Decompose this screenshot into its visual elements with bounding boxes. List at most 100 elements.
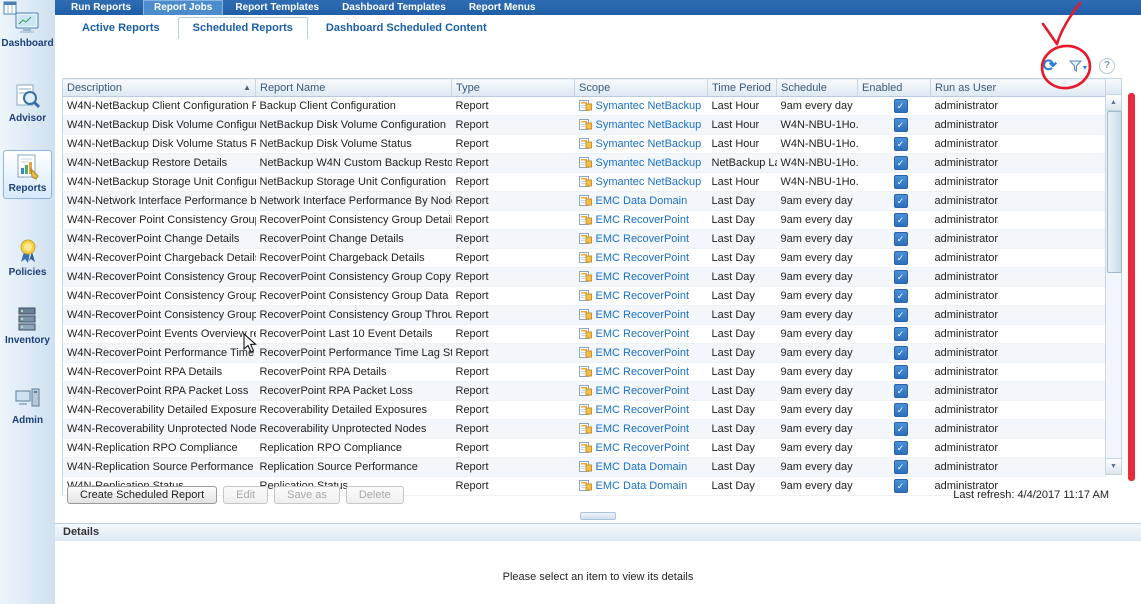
sidebar-item-dashboard[interactable]: Dashboard [0, 12, 55, 49]
table-row[interactable]: W4N-NetBackup Restore DetailsNetBackup W… [63, 154, 1106, 173]
enabled-checkbox[interactable]: ✓ [894, 213, 908, 227]
scope-link[interactable]: EMC RecoverPoint [596, 423, 690, 435]
scope-link[interactable]: EMC RecoverPoint [596, 309, 690, 321]
column-header-scope[interactable]: Scope [575, 79, 708, 97]
column-header-run-as-user[interactable]: Run as User [931, 79, 1106, 97]
sidebar-item-inventory[interactable]: Inventory [0, 306, 55, 346]
sidebar-item-reports[interactable]: Reports [3, 150, 52, 199]
enabled-checkbox[interactable]: ✓ [894, 289, 908, 303]
column-header-schedule[interactable]: Schedule [777, 79, 858, 97]
tab-dashboard-templates[interactable]: Dashboard Templates [332, 1, 456, 15]
sidebar-item-advisor[interactable]: Advisor [0, 84, 55, 124]
enabled-checkbox[interactable]: ✓ [894, 232, 908, 246]
scope-link[interactable]: Symantec NetBackup [596, 138, 702, 150]
cell-schedule: W4N-NBU-1Ho... [777, 116, 858, 135]
splitter-grip[interactable] [580, 512, 616, 520]
enabled-checkbox[interactable]: ✓ [894, 194, 908, 208]
refresh-icon[interactable]: ⟳ [1043, 58, 1057, 74]
scope-link[interactable]: Symantec NetBackup [596, 100, 702, 112]
scroll-up-button[interactable]: ▲ [1106, 95, 1121, 111]
scrollbar-thumb[interactable] [1107, 111, 1122, 273]
enabled-checkbox[interactable]: ✓ [894, 175, 908, 189]
scope-link[interactable]: EMC Data Domain [596, 480, 688, 492]
enabled-checkbox[interactable]: ✓ [894, 327, 908, 341]
enabled-checkbox[interactable]: ✓ [894, 118, 908, 132]
column-header-time-period[interactable]: Time Period [708, 79, 777, 97]
scope-link[interactable]: EMC RecoverPoint [596, 404, 690, 416]
tab-report-templates[interactable]: Report Templates [225, 1, 329, 15]
delete-button[interactable]: Delete [346, 486, 404, 504]
filter-icon[interactable]: ▾ [1069, 60, 1087, 72]
enabled-checkbox[interactable]: ✓ [894, 156, 908, 170]
scope-link[interactable]: EMC RecoverPoint [596, 366, 690, 378]
scope-link[interactable]: Symantec NetBackup [596, 176, 702, 188]
enabled-checkbox[interactable]: ✓ [894, 384, 908, 398]
scope-link[interactable]: EMC RecoverPoint [596, 290, 690, 302]
table-row[interactable]: W4N-RecoverPoint Change DetailsRecoverPo… [63, 230, 1106, 249]
enabled-checkbox[interactable]: ✓ [894, 251, 908, 265]
sidebar-item-admin[interactable]: Admin [0, 386, 55, 426]
table-row[interactable]: W4N-RecoverPoint Chargeback DetailsRecov… [63, 249, 1106, 268]
enabled-checkbox[interactable]: ✓ [894, 346, 908, 360]
help-icon[interactable]: ? [1099, 58, 1115, 74]
scroll-down-button[interactable]: ▼ [1106, 458, 1121, 474]
enabled-checkbox[interactable]: ✓ [894, 365, 908, 379]
sidebar-item-label: Dashboard [0, 38, 55, 49]
column-header-report-name[interactable]: Report Name [256, 79, 452, 97]
table-row[interactable]: W4N-RecoverPoint Consistency Group Dat..… [63, 287, 1106, 306]
scope-link[interactable]: EMC RecoverPoint [596, 442, 690, 454]
scope-link[interactable]: EMC RecoverPoint [596, 233, 690, 245]
scope-link[interactable]: EMC RecoverPoint [596, 385, 690, 397]
enabled-checkbox[interactable]: ✓ [894, 99, 908, 113]
scope-link[interactable]: EMC RecoverPoint [596, 328, 690, 340]
scope-link[interactable]: EMC RecoverPoint [596, 214, 690, 226]
create-scheduled-report-button[interactable]: Create Scheduled Report [67, 486, 217, 504]
sidebar-item-policies[interactable]: Policies [0, 238, 55, 278]
enabled-checkbox[interactable]: ✓ [894, 441, 908, 455]
table-row[interactable]: W4N-NetBackup Storage Unit Configurati..… [63, 173, 1106, 192]
table-row[interactable]: W4N-Recover Point Consistency Group De..… [63, 211, 1106, 230]
scope-link[interactable]: Symantec NetBackup [596, 119, 702, 131]
subtab-scheduled-reports[interactable]: Scheduled Reports [178, 17, 308, 40]
table-row[interactable]: W4N-RecoverPoint Consistency Group Co...… [63, 268, 1106, 287]
table-row[interactable]: W4N-RecoverPoint Consistency Group Thr..… [63, 306, 1106, 325]
scope-link[interactable]: EMC RecoverPoint [596, 347, 690, 359]
enabled-checkbox[interactable]: ✓ [894, 137, 908, 151]
scope-link[interactable]: EMC RecoverPoint [596, 252, 690, 264]
table-row[interactable]: W4N-Replication Source PerformanceReplic… [63, 458, 1106, 477]
enabled-checkbox[interactable]: ✓ [894, 270, 908, 284]
table-row[interactable]: W4N-RecoverPoint Performance Time Lag...… [63, 344, 1106, 363]
table-row[interactable]: W4N-Network Interface Performance by N..… [63, 192, 1106, 211]
table-row[interactable]: W4N-Replication RPO ComplianceReplicatio… [63, 439, 1106, 458]
enabled-checkbox[interactable]: ✓ [894, 403, 908, 417]
tab-report-menus[interactable]: Report Menus [459, 1, 546, 15]
cell-run-as-user: administrator [931, 116, 1106, 135]
scope-link[interactable]: Symantec NetBackup [596, 157, 702, 169]
tab-run-reports[interactable]: Run Reports [61, 1, 141, 15]
enabled-checkbox[interactable]: ✓ [894, 479, 908, 493]
table-row[interactable]: W4N-RecoverPoint Events Overview reportR… [63, 325, 1106, 344]
table-row[interactable]: W4N-Recoverability Unprotected NodesReco… [63, 420, 1106, 439]
table-row[interactable]: W4N-NetBackup Disk Volume Configurati...… [63, 116, 1106, 135]
column-header-enabled[interactable]: Enabled [858, 79, 931, 97]
table-scrollbar[interactable]: ▲ ▼ [1105, 78, 1122, 475]
tab-report-jobs[interactable]: Report Jobs [144, 1, 222, 15]
enabled-checkbox[interactable]: ✓ [894, 460, 908, 474]
enabled-checkbox[interactable]: ✓ [894, 422, 908, 436]
column-header-description[interactable]: ▲Description [63, 79, 256, 97]
save-as-button[interactable]: Save as [274, 486, 340, 504]
subtab-dashboard-scheduled-content[interactable]: Dashboard Scheduled Content [312, 18, 501, 39]
scope-link[interactable]: EMC Data Domain [596, 461, 688, 473]
table-row[interactable]: W4N-RecoverPoint RPA DetailsRecoverPoint… [63, 363, 1106, 382]
column-header-type[interactable]: Type [452, 79, 575, 97]
subtab-active-reports[interactable]: Active Reports [68, 18, 174, 39]
table-row[interactable]: W4N-RecoverPoint RPA Packet LossRecoverP… [63, 382, 1106, 401]
enabled-checkbox[interactable]: ✓ [894, 308, 908, 322]
scope-link[interactable]: EMC RecoverPoint [596, 271, 690, 283]
table-row[interactable]: W4N-Recoverability Detailed ExposuresRec… [63, 401, 1106, 420]
table-row[interactable]: W4N-NetBackup Disk Volume Status ReportN… [63, 135, 1106, 154]
edit-button[interactable]: Edit [223, 486, 268, 504]
table-row[interactable]: W4N-NetBackup Client Configuration Repor… [63, 97, 1106, 116]
details-splitter[interactable] [55, 509, 1141, 523]
scope-link[interactable]: EMC Data Domain [596, 195, 688, 207]
